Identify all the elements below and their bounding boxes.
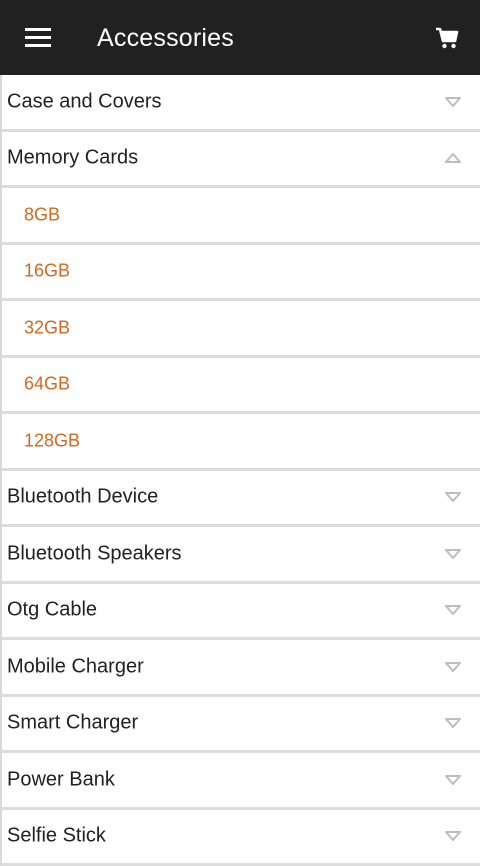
chevron-down-icon[interactable] bbox=[444, 661, 462, 673]
chevron-down-icon[interactable] bbox=[444, 491, 462, 503]
subcategory-row[interactable]: 32GB bbox=[2, 301, 480, 358]
chevron-down-icon[interactable] bbox=[444, 96, 462, 108]
subcategory-label: 16GB bbox=[24, 261, 70, 282]
subcategory-label: 8GB bbox=[24, 204, 60, 225]
category-row[interactable]: Selfie Stick bbox=[2, 810, 480, 866]
category-list: Case and Covers Memory Cards 8GB 16GB 32GB 64… bbox=[0, 75, 480, 866]
category-row[interactable]: Mobile Charger bbox=[2, 640, 480, 697]
chevron-down-icon[interactable] bbox=[444, 830, 462, 842]
subcategory-row[interactable]: 64GB bbox=[2, 358, 480, 415]
shopping-cart-icon[interactable] bbox=[435, 27, 459, 49]
chevron-down-icon[interactable] bbox=[444, 774, 462, 786]
hamburger-menu-icon[interactable] bbox=[25, 28, 51, 48]
category-label: Mobile Charger bbox=[7, 655, 144, 678]
category-label: Selfie Stick bbox=[7, 825, 106, 848]
category-label: Bluetooth Speakers bbox=[7, 542, 182, 565]
subcategory-row[interactable]: 128GB bbox=[2, 414, 480, 471]
category-row[interactable]: Bluetooth Device bbox=[2, 471, 480, 528]
category-row[interactable]: Memory Cards bbox=[2, 132, 480, 189]
subcategory-row[interactable]: 16GB bbox=[2, 245, 480, 302]
category-row[interactable]: Otg Cable bbox=[2, 584, 480, 641]
category-row[interactable]: Smart Charger bbox=[2, 697, 480, 754]
subcategory-row[interactable]: 8GB bbox=[2, 188, 480, 245]
category-label: Power Bank bbox=[7, 768, 115, 791]
category-row[interactable]: Bluetooth Speakers bbox=[2, 527, 480, 584]
category-label: Memory Cards bbox=[7, 147, 138, 170]
category-label: Smart Charger bbox=[7, 712, 138, 735]
category-row[interactable]: Case and Covers bbox=[2, 75, 480, 132]
subcategory-label: 32GB bbox=[24, 317, 70, 338]
chevron-down-icon[interactable] bbox=[444, 717, 462, 729]
chevron-down-icon[interactable] bbox=[444, 548, 462, 560]
category-label: Bluetooth Device bbox=[7, 486, 158, 509]
page-title: Accessories bbox=[97, 21, 234, 55]
category-label: Case and Covers bbox=[7, 90, 162, 113]
app-bar: Accessories bbox=[0, 0, 480, 75]
chevron-up-icon[interactable] bbox=[444, 152, 462, 164]
subcategory-label: 64GB bbox=[24, 374, 70, 395]
category-row[interactable]: Power Bank bbox=[2, 753, 480, 810]
category-label: Otg Cable bbox=[7, 599, 97, 622]
subcategory-label: 128GB bbox=[24, 430, 80, 451]
chevron-down-icon[interactable] bbox=[444, 604, 462, 616]
